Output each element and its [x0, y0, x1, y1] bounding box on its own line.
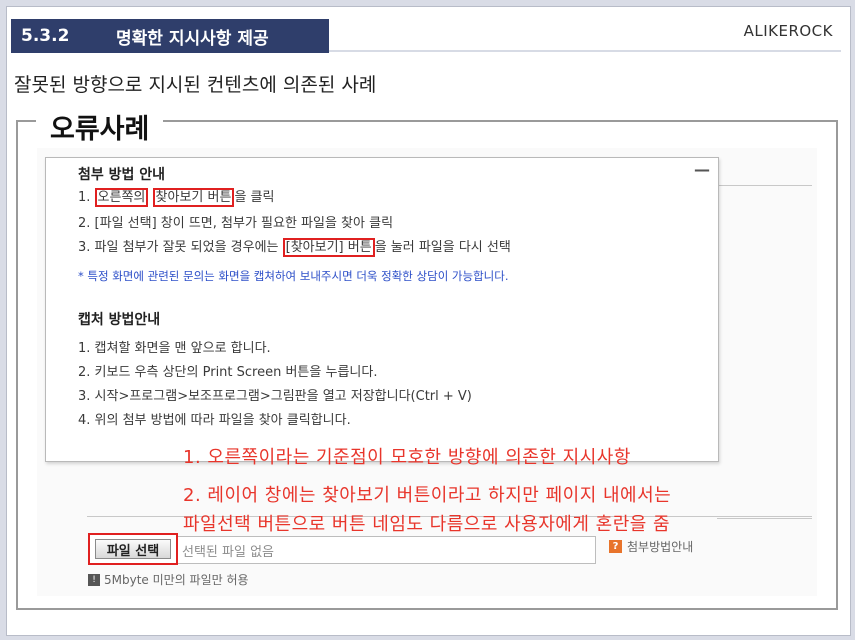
header-divider — [329, 50, 841, 52]
attach-step-1-prefix: 1. — [78, 190, 95, 205]
example-group-title: 오류사례 — [36, 107, 164, 146]
annotation-1: 1. 오른쪽이라는 기준점이 모호한 방향에 의존한 지시사항 — [183, 447, 631, 468]
capture-note: * 특정 화면에 관련된 문의는 화면을 캡쳐하여 보내주시면 더욱 정확한 상… — [78, 269, 509, 283]
highlight-browse-button: 찾아보기 버튼 — [152, 188, 235, 207]
file-size-limit: ! 5Mbyte 미만의 파일만 허용 — [88, 571, 249, 588]
file-placeholder: 선택된 파일 없음 — [182, 545, 274, 560]
slide-subtitle: 잘못된 방향으로 지시된 컨텐츠에 의존된 사례 — [14, 74, 377, 96]
attach-step-3-suffix: 을 눌러 파일을 다시 선택 — [374, 240, 511, 255]
attach-step-1-suffix: 을 클릭 — [234, 190, 275, 205]
attach-help-link[interactable]: ? 첨부방법안내 — [609, 538, 693, 555]
capture-heading: 캡처 방법안내 — [78, 312, 161, 328]
attach-step-1: 1. 오른쪽의 찾아보기 버튼 을 클릭 — [78, 186, 275, 207]
background-rule — [717, 185, 812, 186]
capture-step: 4. 위의 첨부 방법에 따라 파일을 찾아 클릭합니다. — [78, 413, 351, 428]
section-title: 명확한 지시사항 제공 — [116, 28, 269, 49]
annotation-2: 2. 레이어 창에는 찾아보기 버튼이라고 하지만 페이지 내에서는 — [183, 485, 672, 506]
annotation-2-continued: 파일선택 버튼으로 버튼 네임도 다름으로 사용자에게 혼란을 줌 — [183, 514, 671, 535]
help-icon: ? — [609, 540, 622, 553]
capture-step: 2. 키보드 우측 상단의 Print Screen 버튼을 누릅니다. — [78, 365, 378, 380]
capture-step: 1. 캡쳐할 화면을 맨 앞으로 합니다. — [78, 341, 271, 356]
attach-step-3-prefix: 3. 파일 첨부가 잘못 되었을 경우에는 — [78, 240, 283, 255]
attach-heading: 첨부 방법 안내 — [78, 167, 166, 183]
info-icon: ! — [88, 573, 100, 586]
attach-guide-popup: — 첨부 방법 안내 1. 오른쪽의 찾아보기 버튼 을 클릭 2. [파일 선택… — [45, 157, 719, 462]
attach-step-3: 3. 파일 첨부가 잘못 되었을 경우에는 [찾아보기] 버튼 을 눌러 파일을 … — [78, 236, 511, 257]
highlight-browse-button-2: [찾아보기] 버튼 — [282, 238, 375, 257]
brand-label: ALIKEROCK — [743, 22, 833, 40]
highlight-right-side: 오른쪽의 — [94, 188, 149, 207]
file-size-limit-text: 5Mbyte 미만의 파일만 허용 — [104, 573, 249, 587]
background-rule — [717, 518, 812, 519]
attach-help-label: 첨부방법안내 — [627, 540, 694, 554]
minimize-icon[interactable]: — — [694, 160, 710, 179]
file-select-button-highlight: 파일 선택 — [88, 533, 178, 565]
attach-step-2: 2. [파일 선택] 창이 뜨면, 첨부가 필요한 파일을 찾아 클릭 — [78, 216, 394, 231]
capture-step: 3. 시작>프로그램>보조프로그램>그림판을 열고 저장합니다(Ctrl + V… — [78, 389, 472, 404]
file-select-button[interactable]: 파일 선택 — [95, 539, 171, 559]
section-number: 5.3.2 — [21, 26, 70, 46]
section-badge: 5.3.2 명확한 지시사항 제공 — [11, 19, 329, 53]
